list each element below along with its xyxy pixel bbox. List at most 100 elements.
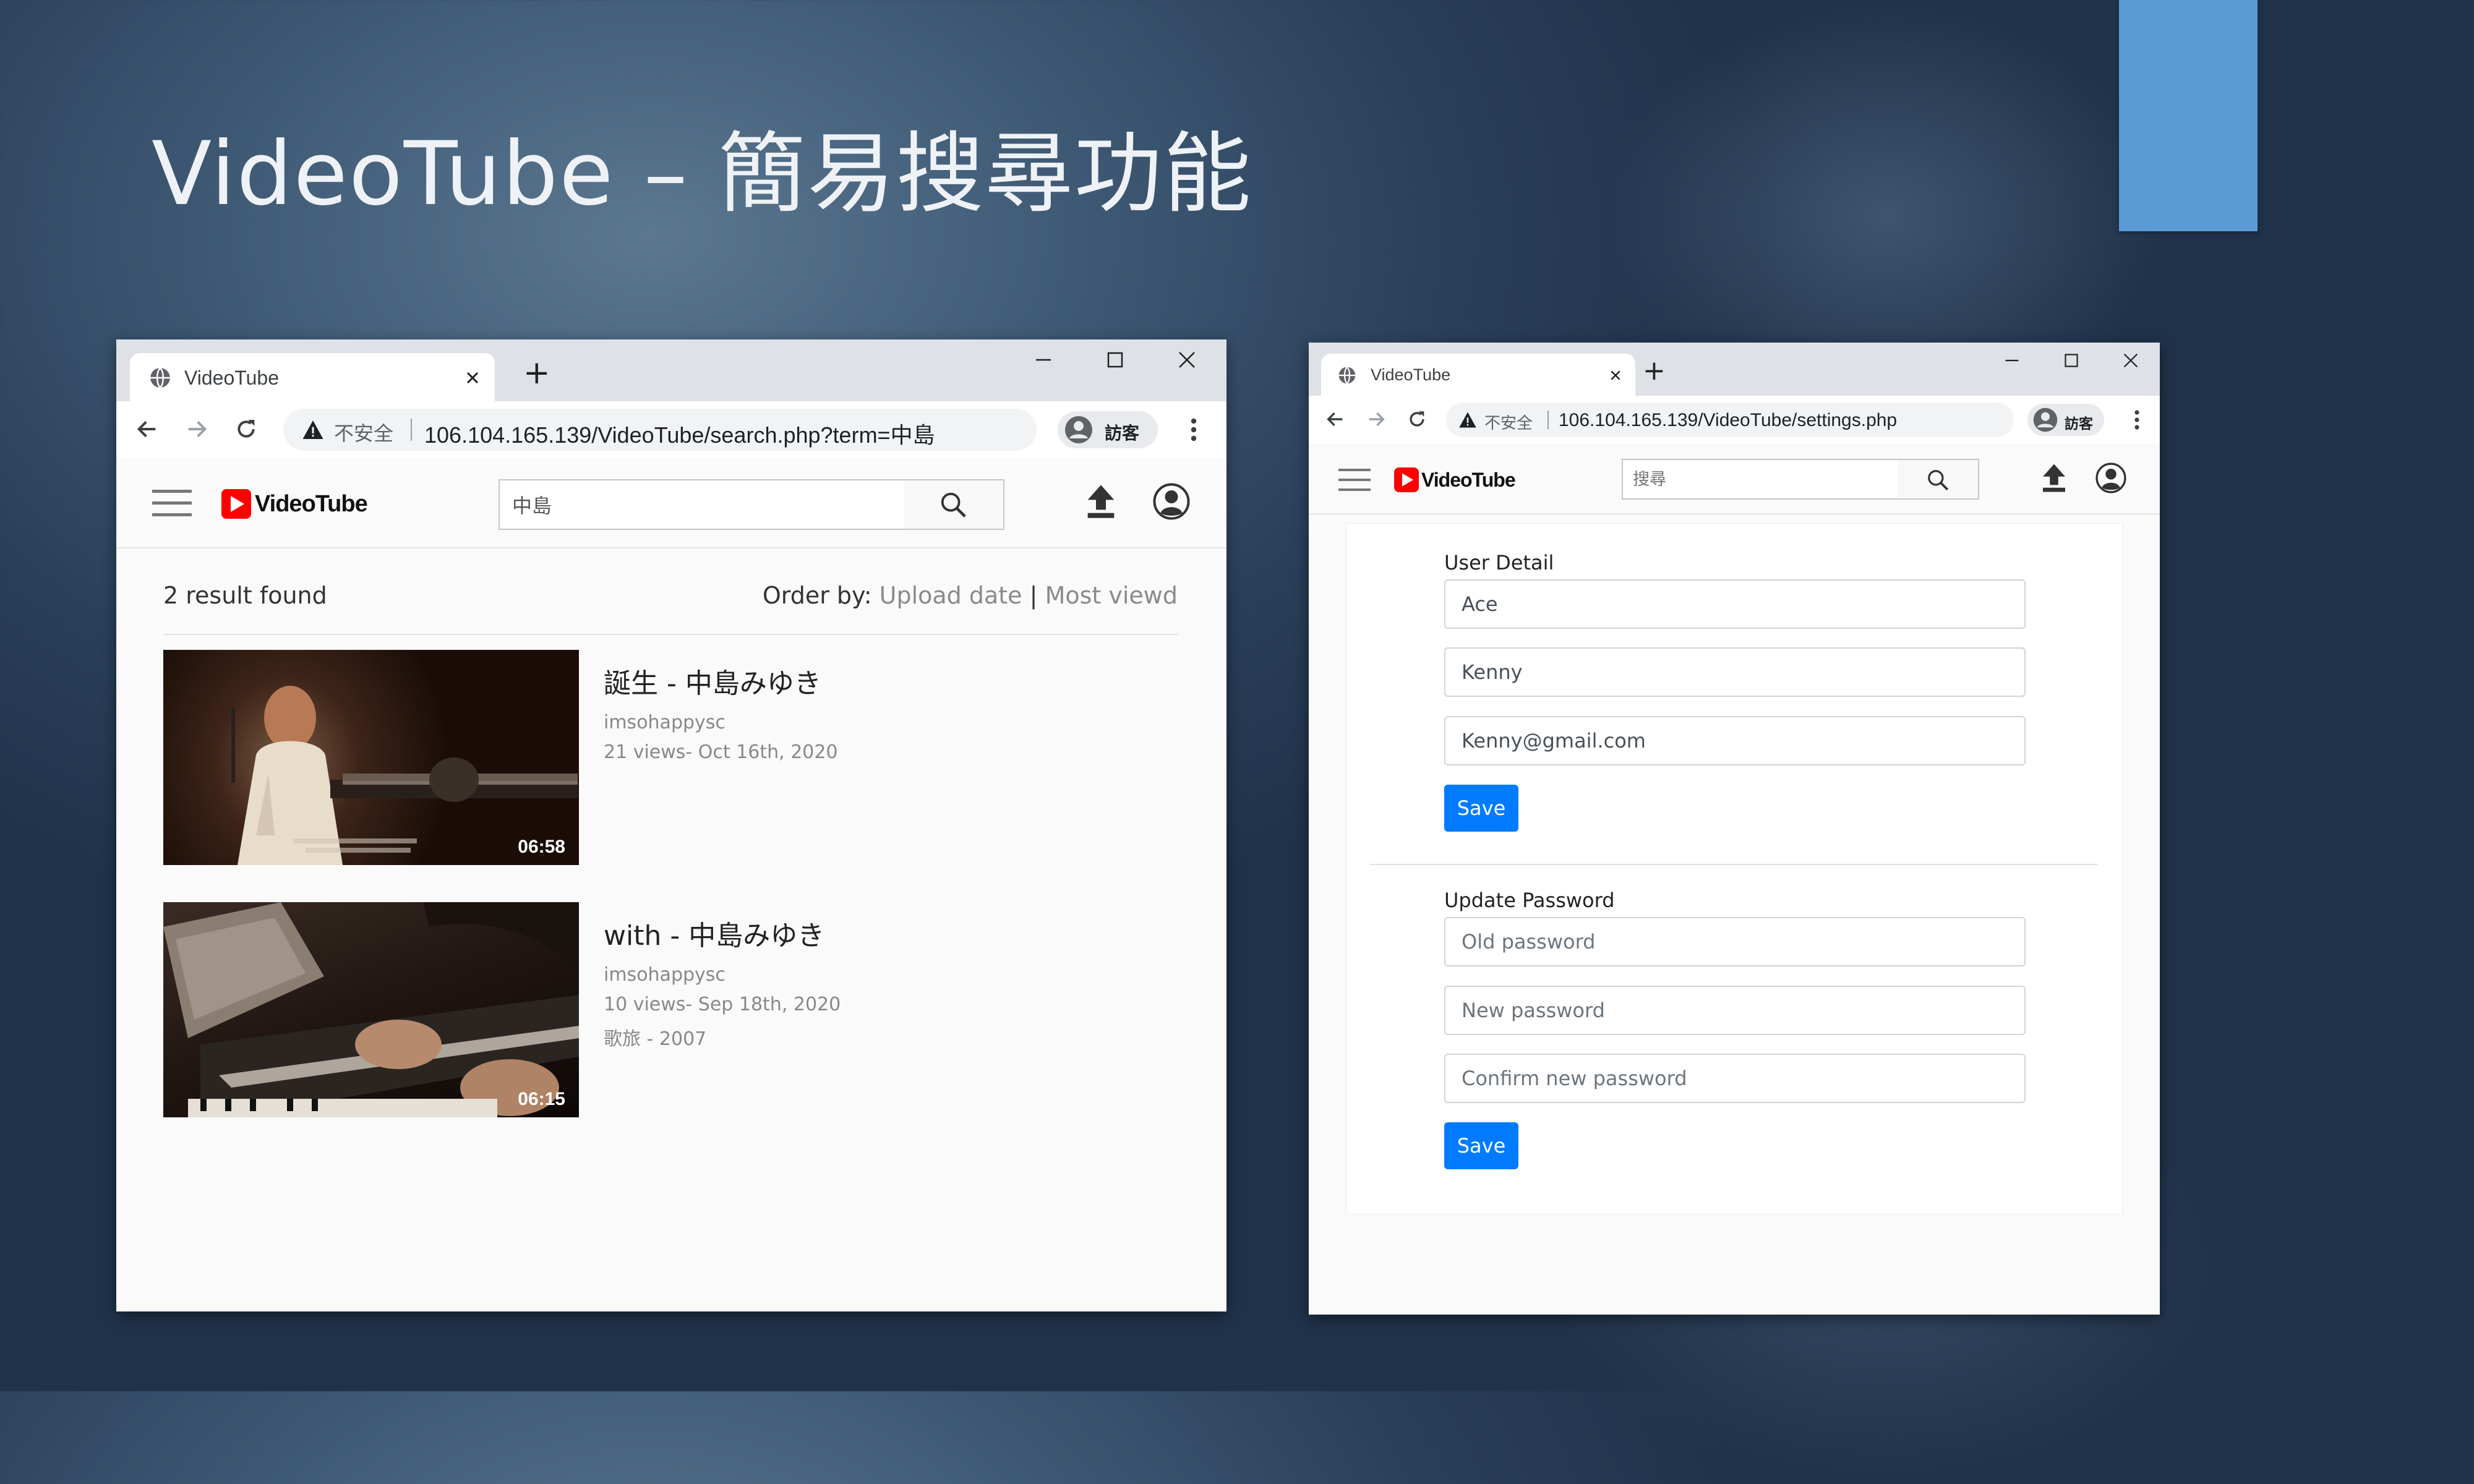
last-name-field (1444, 647, 2026, 697)
settings-card: User Detail Save Update Password Sa (1346, 523, 2123, 1214)
url-text: 106.104.165.139/VideoTube/settings.php (1559, 410, 1898, 430)
profile-name: 訪客 (1105, 423, 1140, 443)
window-close-icon[interactable] (1178, 351, 1196, 369)
tab-close-icon[interactable] (1609, 369, 1622, 382)
search-button[interactable] (1898, 459, 1979, 500)
save-password-button[interactable]: Save (1444, 1122, 1518, 1169)
address-bar[interactable]: 不安全 106.104.165.139/VideoTube/settings.p… (1446, 403, 2014, 437)
old-password-input[interactable] (1445, 918, 2024, 965)
tab-close-icon[interactable] (465, 370, 480, 385)
browser-tab[interactable]: VideoTube (130, 353, 495, 401)
new-tab-button[interactable]: + (1643, 357, 1666, 385)
minimize-icon[interactable] (1034, 351, 1053, 369)
site-logo[interactable]: VideoTube (1394, 465, 1530, 493)
video-title[interactable]: with - 中島みゆき (604, 913, 824, 953)
browser-menu-icon[interactable] (2133, 409, 2141, 431)
back-arrow-icon[interactable] (135, 417, 160, 441)
tab-title: VideoTube (184, 367, 280, 389)
settings-divider (1370, 864, 2097, 865)
reload-icon[interactable] (234, 417, 259, 441)
order-separator: | (1029, 582, 1038, 609)
video-result[interactable]: 06:15 with - 中島みゆき imsohappysc 10 views-… (163, 902, 1178, 1119)
video-title[interactable]: 誕生 - 中島みゆき (604, 661, 821, 701)
forward-arrow-icon[interactable] (1366, 409, 1387, 430)
search-results-page: 2 result found Order by: Upload date | M… (116, 548, 1226, 1311)
user-account-icon[interactable] (2095, 463, 2126, 493)
hamburger-menu-icon[interactable] (152, 490, 192, 517)
logo-text: VideoTube (1421, 469, 1516, 491)
video-thumbnail[interactable]: 06:58 (163, 650, 579, 865)
browser-tab[interactable]: VideoTube (1321, 354, 1635, 396)
video-duration: 06:58 (518, 837, 565, 857)
browser-toolbar: 不安全 106.104.165.139/VideoTube/search.php… (116, 401, 1226, 459)
new-password-field (1444, 986, 2026, 1035)
upload-icon[interactable] (1081, 482, 1121, 521)
search-icon (941, 492, 966, 518)
reload-icon[interactable] (1406, 409, 1427, 430)
insecure-label: 不安全 (334, 422, 394, 445)
maximize-icon[interactable] (1106, 351, 1124, 369)
new-password-input[interactable] (1445, 987, 2024, 1034)
site-logo[interactable]: VideoTube (221, 487, 382, 521)
email-input[interactable] (1445, 717, 2024, 764)
user-account-icon[interactable] (1153, 483, 1190, 520)
first-name-field (1444, 579, 2026, 629)
order-upload-date-link[interactable]: Upload date (880, 582, 1022, 609)
first-name-input[interactable] (1445, 581, 2024, 628)
video-channel[interactable]: imsohappysc (604, 712, 726, 733)
slide-title: VideoTube – 簡易搜尋功能 (152, 123, 1252, 225)
order-by-controls: Order by: Upload date | Most viewd (763, 582, 1178, 609)
thumbnail-scene (231, 686, 578, 865)
email-field (1444, 716, 2026, 765)
save-user-detail-button[interactable]: Save (1444, 785, 1518, 832)
confirm-password-field (1444, 1054, 2026, 1103)
video-meta: 21 views- Oct 16th, 2020 (604, 741, 838, 763)
settings-page: User Detail Save Update Password Sa (1309, 514, 2160, 1315)
insecure-label: 不安全 (1484, 414, 1533, 433)
site-header: VideoTube (1309, 444, 2160, 514)
results-header: 2 result found Order by: Upload date | M… (163, 582, 1178, 614)
profile-chip[interactable]: 訪客 (1058, 411, 1158, 448)
video-meta: 10 views- Sep 18th, 2020 (604, 994, 841, 1015)
browser-menu-icon[interactable] (1189, 417, 1199, 443)
search-icon (1928, 470, 1949, 491)
url-text: 106.104.165.139/VideoTube/search.php?ter… (424, 422, 935, 448)
video-extra-info: 歌旅 - 2007 (604, 1028, 707, 1050)
search-input[interactable] (1623, 460, 1909, 498)
new-tab-button[interactable]: + (523, 357, 550, 389)
update-password-label: Update Password (1444, 889, 1615, 912)
search-box (499, 479, 920, 530)
left-browser-window: VideoTube + 不安全 106.104.165.139/VideoTub… (116, 339, 1226, 1311)
back-arrow-icon[interactable] (1325, 409, 1346, 430)
logo-play-icon (1394, 467, 1419, 492)
maximize-icon[interactable] (2063, 352, 2079, 369)
user-detail-label: User Detail (1444, 551, 1554, 574)
warning-icon (302, 420, 323, 439)
video-channel[interactable]: imsohappysc (604, 964, 726, 986)
confirm-password-input[interactable] (1445, 1055, 2024, 1102)
window-close-icon[interactable] (2123, 352, 2139, 369)
search-input[interactable] (500, 480, 920, 529)
order-most-viewed-link[interactable]: Most viewd (1045, 582, 1178, 609)
globe-icon (150, 367, 170, 388)
thumbnail-scene (163, 902, 579, 1117)
globe-icon (1338, 366, 1356, 385)
profile-chip[interactable]: 訪客 (2027, 404, 2104, 436)
last-name-input[interactable] (1445, 649, 2024, 696)
upload-icon[interactable] (2037, 461, 2071, 495)
result-count: 2 result found (163, 582, 327, 609)
address-bar[interactable]: 不安全 106.104.165.139/VideoTube/search.php… (283, 409, 1037, 451)
minimize-icon[interactable] (2004, 352, 2020, 369)
forward-arrow-icon[interactable] (184, 417, 209, 441)
accent-rectangle (2119, 0, 2258, 231)
search-button[interactable] (904, 479, 1004, 530)
video-result[interactable]: 06:58 誕生 - 中島みゆき imsohappysc 21 views- O… (163, 650, 1178, 866)
logo-text: VideoTube (255, 491, 368, 517)
hamburger-menu-icon[interactable] (1338, 469, 1371, 491)
logo-play-icon (221, 489, 251, 519)
tab-strip: VideoTube + (1309, 343, 2160, 396)
site-header: VideoTube (116, 458, 1226, 548)
video-thumbnail[interactable]: 06:15 (163, 902, 579, 1117)
results-divider (163, 634, 1178, 635)
browser-toolbar: 不安全 106.104.165.139/VideoTube/settings.p… (1309, 396, 2160, 445)
